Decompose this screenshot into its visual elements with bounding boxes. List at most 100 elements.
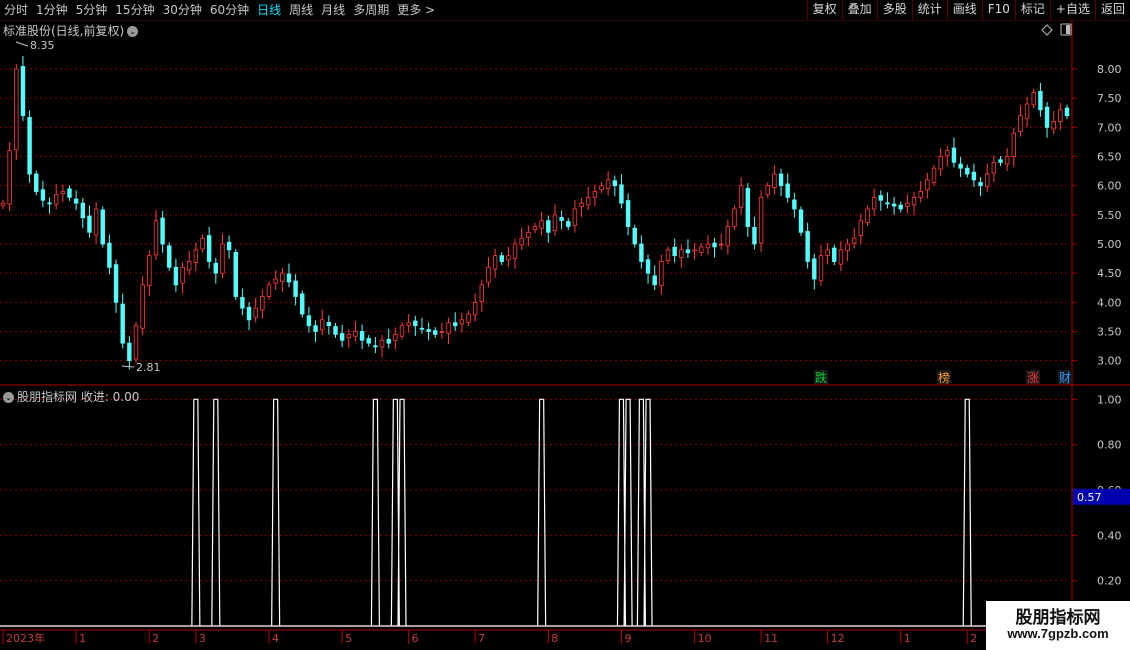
event-marker-2: 涨 [1027,370,1039,385]
candle-body [40,189,46,201]
candle-body [379,339,385,348]
candle-body [605,179,611,189]
candle-body [785,183,790,198]
candle-body [546,220,551,233]
candle-body [692,249,697,252]
candle-body [373,345,378,348]
toolbar-button-1[interactable]: 叠加 [841,0,877,20]
candle-body [366,338,371,344]
candle-body [459,319,465,325]
main-y-tick-label: 5.50 [1097,209,1122,222]
high-price-arrow [15,41,29,47]
period-tab-0[interactable]: 分时 [0,0,32,20]
period-tab-4[interactable]: 30分钟 [159,0,206,20]
chevron-down-icon[interactable]: ⌄ [3,392,14,403]
candle-body [619,184,624,204]
candle-body [180,266,185,284]
candle-body [260,296,265,311]
candle-body [566,221,571,227]
candle-body [985,173,990,187]
toolbar-button-8[interactable]: 返回 [1094,0,1130,20]
candle-body [300,293,305,315]
low-price-arrow [121,365,135,368]
toolbar-button-7[interactable]: +自选 [1049,0,1095,20]
candle-body [978,182,983,187]
candle-body [226,241,232,251]
candle-body [665,249,671,262]
toolbar-button-5[interactable]: F10 [981,0,1015,20]
candle-body [911,196,917,206]
candle-body [945,150,950,157]
candle-body [80,202,85,219]
candle-body [685,249,691,254]
candle-body [47,202,52,205]
indicator-title-wrap: ⌄ 股朋指标网 收进: 0.00 [3,388,139,405]
candle-body [60,191,66,194]
candle-body [552,214,558,231]
period-tab-10[interactable]: 更多 > [393,0,439,20]
period-tab-8[interactable]: 月线 [317,0,349,20]
panel-toggle-icon [1066,25,1070,34]
toolbar-button-3[interactable]: 统计 [911,0,947,20]
candle-body [486,266,491,283]
candle-body [153,220,159,256]
watermark-name: 股朋指标网 [1015,608,1101,628]
candle-body [586,196,591,206]
indicator-y-tick-label: 0.40 [1097,529,1122,542]
candle-body [672,246,677,257]
candle-body [1064,107,1070,117]
candle-body [539,220,544,229]
candle-body [1024,103,1030,119]
toolbar-button-2[interactable]: 多股 [876,0,912,20]
candle-body [193,249,199,263]
candle-body [925,179,930,191]
indicator-y-tick-label: 0.80 [1097,439,1122,452]
period-tab-9[interactable]: 多周期 [349,0,393,20]
candle-body [1011,132,1016,157]
candle-body [991,161,997,174]
candle-body [472,301,478,316]
candle-body [319,319,325,331]
candle-body [865,208,870,223]
period-tab-5[interactable]: 60分钟 [206,0,253,20]
period-tab-7[interactable]: 周线 [285,0,317,20]
indicator-y-tick-label: 1.00 [1097,393,1122,406]
period-tab-2[interactable]: 5分钟 [72,0,112,20]
candle-body [120,303,125,344]
kline-chart-canvas[interactable]: 3.00 3.50 4.00 4.50 5.00 5.50 6.00 6.50 7.00 7.50… [0,0,1130,650]
candle-body [7,150,12,205]
candle-body [818,255,824,282]
candle-body [67,188,72,198]
candle-body [652,275,657,286]
candle-body [878,195,883,201]
candle-body [599,185,604,191]
toolbar-button-4[interactable]: 画线 [946,0,982,20]
candle-body [1038,91,1043,111]
candle-body [971,171,977,181]
event-marker-1: 榜 [938,370,950,385]
candle-body [499,255,504,262]
candle-body [173,266,179,286]
candle-body [127,342,132,362]
chevron-down-icon[interactable]: ⌄ [127,26,139,37]
candle-body [233,252,238,297]
candle-body [778,173,784,187]
period-tab-6[interactable]: 日线 [253,0,285,20]
candle-body [446,322,451,334]
time-axis-label-1: 1 [79,632,86,645]
candle-body [339,333,345,341]
candle-body [293,280,298,297]
candle-body [286,273,292,283]
candle-body [532,226,538,231]
candle-body [512,243,518,259]
candle-body [639,243,644,262]
main-y-tick-label: 7.50 [1097,92,1122,105]
candle-body [147,255,152,287]
toolbar-button-0[interactable]: 复权 [806,0,842,20]
toolbar-button-6[interactable]: 标记 [1014,0,1050,20]
period-tab-3[interactable]: 15分钟 [111,0,158,20]
period-tab-1[interactable]: 1分钟 [32,0,72,20]
candle-body [752,226,757,245]
candle-body [592,191,598,198]
candle-body [1051,121,1056,130]
